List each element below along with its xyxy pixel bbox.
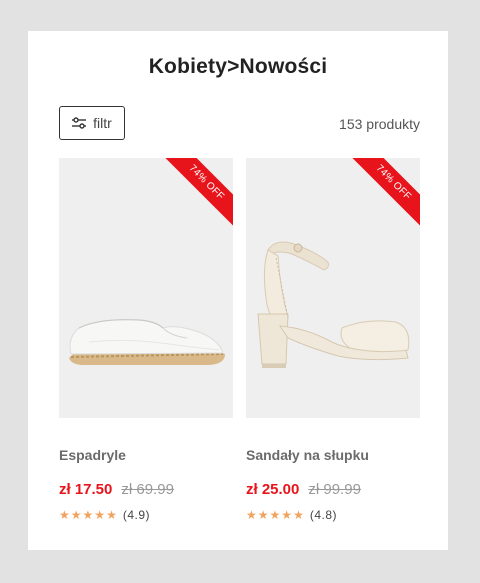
rating-value: (4.8) — [309, 508, 338, 522]
rating-row: ★ ★ ★ ★ ★ (4.9) — [59, 508, 233, 522]
filter-button[interactable]: filtr — [59, 106, 125, 140]
price-current: zł 17.50 — [59, 481, 113, 498]
product-image[interactable]: 74% OFF — [59, 158, 233, 418]
filter-label: filtr — [93, 115, 112, 131]
star-icon: ★ — [70, 508, 82, 522]
star-icon: ★ — [293, 508, 304, 522]
star-icon: ★ — [281, 508, 293, 522]
price-current: zł 25.00 — [246, 481, 300, 498]
rating-value: (4.9) — [122, 508, 151, 522]
star-icon: ★ — [257, 508, 269, 522]
product-name[interactable]: Sandały na słupku — [246, 447, 420, 463]
page-title: Kobiety>Nowości — [148, 55, 328, 78]
star-icon: ★ — [59, 508, 70, 522]
star-icon: ★ — [106, 508, 117, 522]
rating-row: ★ ★ ★ ★ ★ (4.8) — [246, 508, 420, 522]
star-icon: ★ — [246, 508, 257, 522]
product-card[interactable]: 74% OFF Espadryle zł 17.50 zł 69.99 ★ ★ … — [59, 158, 233, 522]
star-icon: ★ — [82, 508, 94, 522]
listing-card: Kobiety>Nowości filtr 153 produkty 74% O… — [28, 31, 448, 550]
star-icon: ★ — [269, 508, 281, 522]
product-image[interactable]: 74% OFF — [246, 158, 420, 418]
price-row: zł 17.50 zł 69.99 — [59, 481, 233, 498]
price-old: zł 69.99 — [121, 481, 174, 498]
star-icon: ★ — [94, 508, 106, 522]
product-card[interactable]: 74% OFF Sandały na słupku zł 25.00 zł 99… — [246, 158, 420, 522]
price-row: zł 25.00 zł 99.99 — [246, 481, 420, 498]
filter-sliders-icon — [72, 117, 87, 129]
price-old: zł 99.99 — [308, 481, 361, 498]
product-count: 153 produkty — [339, 116, 420, 132]
star-rating: ★ ★ ★ ★ ★ — [246, 509, 304, 521]
product-name[interactable]: Espadryle — [59, 447, 233, 463]
star-rating: ★ ★ ★ ★ ★ — [59, 509, 117, 521]
